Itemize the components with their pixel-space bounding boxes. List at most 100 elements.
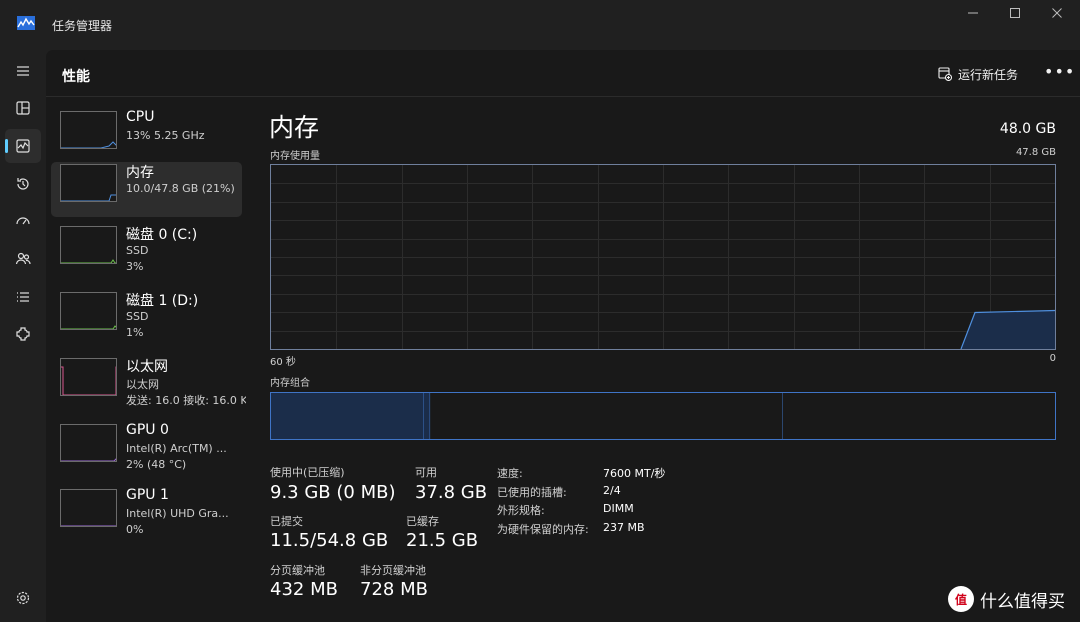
- speed-value: 7600 MT/秒: [603, 467, 666, 480]
- available-value: 37.8 GB: [415, 482, 488, 503]
- startup-icon: [16, 217, 30, 225]
- device-detail-2: 0%: [126, 523, 144, 536]
- close-button[interactable]: [1046, 6, 1068, 24]
- run-new-task-button[interactable]: 运行新任务: [938, 64, 1018, 84]
- nav-details[interactable]: [5, 280, 41, 314]
- maximize-button[interactable]: [1004, 6, 1026, 24]
- page-title: 性能: [62, 69, 90, 85]
- close-icon: [1052, 8, 1062, 18]
- device-sparkline: [61, 325, 116, 329]
- composition-label: 内存组合: [270, 378, 310, 389]
- device-detail-1: Intel(R) UHD Gra...: [126, 507, 229, 520]
- nav-menu-button[interactable]: [5, 54, 41, 88]
- memory-composition-bar: [270, 392, 1056, 440]
- device-detail-1: Intel(R) Arc(TM) ...: [126, 442, 227, 455]
- device-thumbnail: [60, 489, 117, 527]
- nonpaged-pool-label: 非分页缓冲池: [360, 564, 426, 577]
- memory-composition-graph: [271, 393, 1055, 439]
- paged-pool-label: 分页缓冲池: [270, 564, 325, 577]
- run-task-icon: [938, 67, 952, 81]
- device-detail-1: 13% 5.25 GHz: [126, 129, 205, 142]
- sparkline-line: [61, 458, 116, 461]
- device-detail-2: 1%: [126, 326, 144, 339]
- device-item-6[interactable]: GPU 0 Intel(R) Arc(TM) ... 2% (48 °C): [51, 422, 242, 477]
- device-detail-2: 3%: [126, 260, 144, 273]
- watermark-text: 什么值得买: [980, 591, 1065, 612]
- slots-key: 已使用的插槽:: [497, 486, 567, 499]
- run-new-task-label: 运行新任务: [958, 67, 1019, 82]
- nav-users[interactable]: [5, 242, 41, 276]
- minimize-button[interactable]: [962, 6, 984, 24]
- in-use-value: 9.3 GB (0 MB): [270, 482, 396, 503]
- device-detail-1: SSD: [126, 310, 149, 323]
- memory-total: 48.0 GB: [999, 121, 1056, 137]
- sparkline-line: [61, 366, 116, 395]
- title-bar: 任务管理器: [0, 0, 1080, 50]
- speed-key: 速度:: [497, 467, 523, 480]
- modified-segment: [423, 393, 431, 439]
- usage-max: 47.8 GB: [1015, 147, 1056, 158]
- device-sparkline: [61, 366, 116, 395]
- menu-icon: [17, 66, 29, 76]
- maximize-icon: [1010, 8, 1020, 18]
- nav-settings[interactable]: [5, 581, 41, 615]
- nav-services[interactable]: [5, 317, 41, 351]
- device-item-2[interactable]: 内存 10.0/47.8 GB (21%): [51, 162, 242, 217]
- form-factor-value: DIMM: [603, 502, 634, 515]
- nav-rail: [0, 50, 46, 622]
- time-left-label: 60 秒: [270, 357, 296, 368]
- cached-value: 21.5 GB: [406, 530, 479, 551]
- device-item-5[interactable]: 以太网 以太网 发送: 16.0 接收: 16.0 K: [51, 356, 246, 411]
- form-factor-key: 外形规格:: [497, 504, 545, 517]
- device-sparkline: [61, 259, 116, 263]
- sparkline-line: [61, 194, 116, 201]
- device-item-3[interactable]: 磁盘 0 (C:) SSD 3%: [51, 224, 242, 279]
- device-sparkline: [61, 525, 116, 526]
- paged-pool-value: 432 MB: [270, 579, 338, 600]
- device-detail-1: SSD: [126, 244, 149, 257]
- nav-app-history[interactable]: [5, 167, 41, 201]
- device-name: GPU 1: [126, 487, 169, 503]
- nav-performance[interactable]: [5, 129, 41, 163]
- device-detail-2: 发送: 16.0 接收: 16.0 K: [126, 394, 246, 407]
- available-label: 可用: [415, 466, 437, 479]
- device-name: 磁盘 1 (D:): [126, 293, 199, 309]
- sparkline-line: [61, 325, 116, 329]
- device-item-1[interactable]: CPU 13% 5.25 GHz: [51, 109, 242, 164]
- device-thumbnail: [60, 424, 117, 462]
- in-use-label: 使用中(已压缩): [270, 466, 345, 479]
- device-name: CPU: [126, 109, 155, 125]
- minimize-icon: [968, 12, 978, 14]
- device-item-7[interactable]: GPU 1 Intel(R) UHD Gra... 0%: [51, 487, 242, 542]
- device-name: GPU 0: [126, 422, 169, 438]
- window-title: 任务管理器: [52, 19, 113, 33]
- committed-value: 11.5/54.8 GB: [270, 530, 389, 551]
- nav-startup[interactable]: [5, 205, 41, 239]
- device-detail-2: 2% (48 °C): [126, 458, 187, 471]
- device-sparkline: [61, 194, 116, 201]
- device-sparkline: [61, 141, 116, 148]
- watermark: 值 什么值得买: [948, 586, 1065, 612]
- nav-processes[interactable]: [5, 91, 41, 125]
- free-segment: [782, 393, 1055, 439]
- usage-area: [961, 310, 1055, 349]
- device-name: 内存: [126, 165, 154, 181]
- main-panel: 性能 运行新任务 ••• CPU 13% 5.25 GHz 内存 10.0/47.8 …: [46, 50, 1080, 622]
- services-icon: [16, 327, 30, 341]
- in-use-segment: [271, 393, 424, 439]
- sparkline-line: [61, 259, 116, 263]
- detail-title: 内存: [269, 113, 320, 142]
- device-thumbnail: [60, 226, 117, 264]
- device-thumbnail: [60, 111, 117, 149]
- device-thumbnail: [60, 164, 117, 202]
- standby-segment: [430, 393, 783, 439]
- device-detail-1: 以太网: [126, 378, 159, 391]
- slots-value: 2/4: [603, 484, 621, 497]
- usage-label: 内存使用量: [270, 151, 320, 162]
- device-name: 磁盘 0 (C:): [126, 227, 198, 243]
- device-item-4[interactable]: 磁盘 1 (D:) SSD 1%: [51, 290, 242, 345]
- committed-label: 已提交: [270, 515, 303, 528]
- more-options-button[interactable]: •••: [1044, 62, 1075, 81]
- hardware-reserved-value: 237 MB: [603, 521, 645, 534]
- memory-usage-chart: [270, 164, 1056, 350]
